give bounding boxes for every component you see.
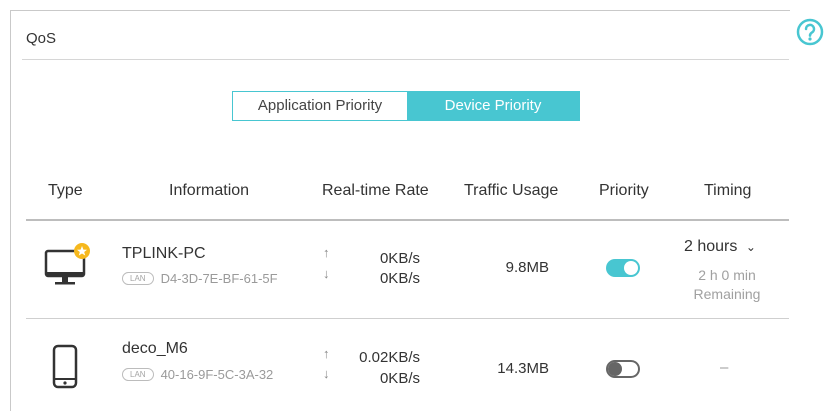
device-mac-line: LAN 40-16-9F-5C-3A-32 <box>122 367 273 382</box>
phone-icon <box>52 344 78 389</box>
device-mac: 40-16-9F-5C-3A-32 <box>160 367 274 382</box>
priority-tab-switch: Application Priority Device Priority <box>232 91 580 121</box>
question-circle-icon[interactable] <box>796 18 824 46</box>
column-header-traffic-usage: Traffic Usage <box>464 182 559 199</box>
lan-badge: LAN <box>122 368 154 381</box>
upload-rate: 0.02KB/s <box>359 349 420 366</box>
column-header-timing: Timing <box>704 182 752 199</box>
priority-toggle[interactable] <box>606 360 640 378</box>
traffic-usage: 9.8MB <box>505 259 549 276</box>
row-divider <box>26 318 789 319</box>
device-name: deco_M6 <box>122 340 188 357</box>
header-divider <box>26 219 789 221</box>
divider <box>22 59 789 60</box>
tab-application-priority[interactable]: Application Priority <box>233 92 407 120</box>
tab-device-priority[interactable]: Device Priority <box>407 92 579 120</box>
page-title: QoS <box>26 30 57 47</box>
timing-remaining-label: Remaining <box>693 286 761 302</box>
timing-remaining: 2 h 0 min Remaining <box>672 266 782 304</box>
priority-toggle[interactable] <box>606 259 640 277</box>
lan-badge: LAN <box>122 272 154 285</box>
chevron-down-icon: ⌄ <box>745 240 756 254</box>
device-mac: D4-3D-7E-BF-61-5F <box>160 271 278 286</box>
toggle-knob <box>608 362 622 376</box>
timing-value: 2 hours <box>684 238 738 255</box>
timing-dropdown[interactable]: 2 hours ⌄ <box>684 238 756 256</box>
download-rate: 0KB/s <box>379 270 420 287</box>
traffic-usage: 14.3MB <box>497 360 549 377</box>
column-header-information: Information <box>169 182 250 199</box>
column-header-priority: Priority <box>599 182 649 199</box>
upload-rate: 0KB/s <box>379 250 420 267</box>
upload-arrow-icon: ↑ <box>323 245 330 260</box>
upload-arrow-icon: ↑ <box>323 346 330 361</box>
timing-remaining-time: 2 h 0 min <box>698 267 756 283</box>
device-mac-line: LAN D4-3D-7E-BF-61-5F <box>122 271 278 286</box>
toggle-knob <box>624 261 638 275</box>
timing-value: – <box>720 359 729 376</box>
desktop-pc-star-icon <box>44 243 90 285</box>
device-name: TPLINK-PC <box>122 245 206 262</box>
download-rate: 0KB/s <box>379 370 420 387</box>
download-arrow-icon: ↓ <box>323 266 330 281</box>
column-header-type: Type <box>48 182 83 199</box>
download-arrow-icon: ↓ <box>323 366 330 381</box>
column-header-realtime-rate: Real-time Rate <box>322 182 429 199</box>
